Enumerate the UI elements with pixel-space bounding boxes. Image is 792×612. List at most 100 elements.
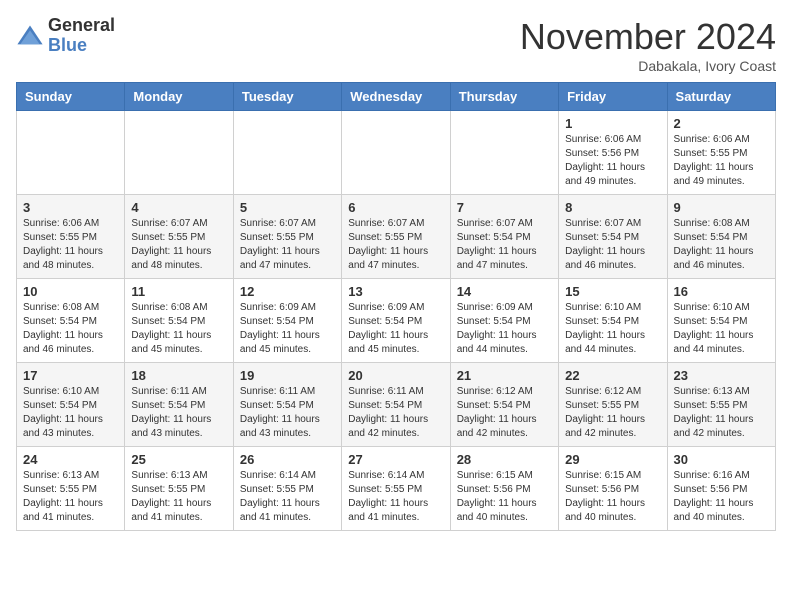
calendar-cell: 27Sunrise: 6:14 AM Sunset: 5:55 PM Dayli…	[342, 447, 450, 531]
logo-text: General Blue	[48, 16, 115, 56]
day-number: 14	[457, 284, 552, 299]
calendar-cell: 26 Sunrise: 6:14 AM Sunset: 5:55 PM Dayli…	[233, 447, 341, 531]
day-number: 28	[457, 452, 552, 467]
day-info: Sunrise: 6:09 AM Sunset: 5:54 PM Dayligh…	[240, 301, 335, 357]
calendar-cell: 21 Sunrise: 6:12 AM Sunset: 5:54 PM Dayli…	[450, 363, 558, 447]
calendar-cell: 1 Sunrise: 6:06 AM Sunset: 5:56 PM Daylig…	[559, 111, 667, 195]
day-info: Sunrise: 6:12 AM Sunset: 5:55 PM Dayligh…	[565, 385, 660, 441]
calendar-table: SundayMondayTuesdayWednesdayThursdayFrid…	[16, 82, 776, 531]
calendar-cell	[450, 111, 558, 195]
calendar-cell: 13 Sunrise: 6:09 AM Sunset: 5:54 PM Dayli…	[342, 279, 450, 363]
day-info: Sunrise: 6:11 AM Sunset: 5:54 PM Dayligh…	[240, 385, 335, 441]
location: Dabakala, Ivory Coast	[520, 58, 776, 74]
header-cell-tuesday: Tuesday	[233, 83, 341, 111]
calendar-cell	[125, 111, 233, 195]
calendar-cell: 5 Sunrise: 6:07 AM Sunset: 5:55 PM Daylig…	[233, 195, 341, 279]
day-info: Sunrise: 6:09 AM Sunset: 5:54 PM Dayligh…	[457, 301, 552, 357]
calendar-cell: 7 Sunrise: 6:07 AM Sunset: 5:54 PM Daylig…	[450, 195, 558, 279]
day-info: Sunrise: 6:07 AM Sunset: 5:55 PM Dayligh…	[348, 217, 443, 273]
day-number: 18	[131, 368, 226, 383]
calendar-cell: 12 Sunrise: 6:09 AM Sunset: 5:54 PM Dayli…	[233, 279, 341, 363]
day-number: 23	[674, 368, 769, 383]
day-number: 12	[240, 284, 335, 299]
day-number: 24	[23, 452, 118, 467]
calendar-cell: 17Sunrise: 6:10 AM Sunset: 5:54 PM Dayli…	[17, 363, 125, 447]
day-info: Sunrise: 6:07 AM Sunset: 5:54 PM Dayligh…	[457, 217, 552, 273]
month-title: November 2024	[520, 16, 776, 58]
day-number: 5	[240, 200, 335, 215]
day-info: Sunrise: 6:11 AM Sunset: 5:54 PM Dayligh…	[131, 385, 226, 441]
day-info: Sunrise: 6:08 AM Sunset: 5:54 PM Dayligh…	[23, 301, 118, 357]
day-number: 25	[131, 452, 226, 467]
week-row-0: 1 Sunrise: 6:06 AM Sunset: 5:56 PM Daylig…	[17, 111, 776, 195]
calendar-cell: 23Sunrise: 6:13 AM Sunset: 5:55 PM Dayli…	[667, 363, 775, 447]
day-info: Sunrise: 6:07 AM Sunset: 5:55 PM Dayligh…	[131, 217, 226, 273]
calendar-cell: 30 Sunrise: 6:16 AM Sunset: 5:56 PM Dayli…	[667, 447, 775, 531]
day-number: 21	[457, 368, 552, 383]
calendar-cell: 22Sunrise: 6:12 AM Sunset: 5:55 PM Dayli…	[559, 363, 667, 447]
header-cell-monday: Monday	[125, 83, 233, 111]
day-info: Sunrise: 6:08 AM Sunset: 5:54 PM Dayligh…	[131, 301, 226, 357]
header-row: SundayMondayTuesdayWednesdayThursdayFrid…	[17, 83, 776, 111]
week-row-2: 10 Sunrise: 6:08 AM Sunset: 5:54 PM Dayli…	[17, 279, 776, 363]
day-number: 9	[674, 200, 769, 215]
day-number: 13	[348, 284, 443, 299]
day-info: Sunrise: 6:06 AM Sunset: 5:55 PM Dayligh…	[674, 133, 769, 189]
calendar-cell: 16 Sunrise: 6:10 AM Sunset: 5:54 PM Dayli…	[667, 279, 775, 363]
day-info: Sunrise: 6:06 AM Sunset: 5:56 PM Dayligh…	[565, 133, 660, 189]
day-info: Sunrise: 6:12 AM Sunset: 5:54 PM Dayligh…	[457, 385, 552, 441]
page-header: General Blue November 2024 Dabakala, Ivo…	[16, 16, 776, 74]
calendar-cell: 11Sunrise: 6:08 AM Sunset: 5:54 PM Dayli…	[125, 279, 233, 363]
week-row-4: 24 Sunrise: 6:13 AM Sunset: 5:55 PM Dayli…	[17, 447, 776, 531]
calendar-cell: 8Sunrise: 6:07 AM Sunset: 5:54 PM Daylig…	[559, 195, 667, 279]
day-number: 10	[23, 284, 118, 299]
calendar-cell: 20Sunrise: 6:11 AM Sunset: 5:54 PM Dayli…	[342, 363, 450, 447]
day-info: Sunrise: 6:07 AM Sunset: 5:55 PM Dayligh…	[240, 217, 335, 273]
calendar-cell	[342, 111, 450, 195]
day-info: Sunrise: 6:15 AM Sunset: 5:56 PM Dayligh…	[457, 469, 552, 525]
calendar-cell: 10 Sunrise: 6:08 AM Sunset: 5:54 PM Dayli…	[17, 279, 125, 363]
calendar-cell: 3Sunrise: 6:06 AM Sunset: 5:55 PM Daylig…	[17, 195, 125, 279]
day-info: Sunrise: 6:06 AM Sunset: 5:55 PM Dayligh…	[23, 217, 118, 273]
calendar-cell: 9 Sunrise: 6:08 AM Sunset: 5:54 PM Daylig…	[667, 195, 775, 279]
calendar-cell	[233, 111, 341, 195]
calendar-body: 1 Sunrise: 6:06 AM Sunset: 5:56 PM Daylig…	[17, 111, 776, 531]
calendar-cell	[17, 111, 125, 195]
day-info: Sunrise: 6:09 AM Sunset: 5:54 PM Dayligh…	[348, 301, 443, 357]
logo-general-text: General	[48, 16, 115, 36]
day-info: Sunrise: 6:13 AM Sunset: 5:55 PM Dayligh…	[131, 469, 226, 525]
day-number: 30	[674, 452, 769, 467]
calendar-cell: 19 Sunrise: 6:11 AM Sunset: 5:54 PM Dayli…	[233, 363, 341, 447]
header-cell-wednesday: Wednesday	[342, 83, 450, 111]
week-row-1: 3Sunrise: 6:06 AM Sunset: 5:55 PM Daylig…	[17, 195, 776, 279]
header-cell-friday: Friday	[559, 83, 667, 111]
logo-icon	[16, 22, 44, 50]
calendar-cell: 18 Sunrise: 6:11 AM Sunset: 5:54 PM Dayli…	[125, 363, 233, 447]
header-cell-saturday: Saturday	[667, 83, 775, 111]
day-number: 19	[240, 368, 335, 383]
day-info: Sunrise: 6:15 AM Sunset: 5:56 PM Dayligh…	[565, 469, 660, 525]
day-number: 26	[240, 452, 335, 467]
day-number: 6	[348, 200, 443, 215]
day-number: 15	[565, 284, 660, 299]
day-number: 16	[674, 284, 769, 299]
day-number: 7	[457, 200, 552, 215]
week-row-3: 17Sunrise: 6:10 AM Sunset: 5:54 PM Dayli…	[17, 363, 776, 447]
day-info: Sunrise: 6:10 AM Sunset: 5:54 PM Dayligh…	[674, 301, 769, 357]
calendar-cell: 25 Sunrise: 6:13 AM Sunset: 5:55 PM Dayli…	[125, 447, 233, 531]
header-cell-thursday: Thursday	[450, 83, 558, 111]
day-number: 1	[565, 116, 660, 131]
calendar-cell: 15Sunrise: 6:10 AM Sunset: 5:54 PM Dayli…	[559, 279, 667, 363]
calendar-cell: 6 Sunrise: 6:07 AM Sunset: 5:55 PM Daylig…	[342, 195, 450, 279]
day-info: Sunrise: 6:14 AM Sunset: 5:55 PM Dayligh…	[240, 469, 335, 525]
calendar-cell: 24Sunrise: 6:13 AM Sunset: 5:55 PM Dayli…	[17, 447, 125, 531]
calendar-cell: 28 Sunrise: 6:15 AM Sunset: 5:56 PM Dayli…	[450, 447, 558, 531]
calendar-header: SundayMondayTuesdayWednesdayThursdayFrid…	[17, 83, 776, 111]
day-number: 29	[565, 452, 660, 467]
day-info: Sunrise: 6:16 AM Sunset: 5:56 PM Dayligh…	[674, 469, 769, 525]
day-info: Sunrise: 6:10 AM Sunset: 5:54 PM Dayligh…	[23, 385, 118, 441]
day-info: Sunrise: 6:08 AM Sunset: 5:54 PM Dayligh…	[674, 217, 769, 273]
calendar-cell: 29 Sunrise: 6:15 AM Sunset: 5:56 PM Dayli…	[559, 447, 667, 531]
logo[interactable]: General Blue	[16, 16, 115, 56]
day-info: Sunrise: 6:11 AM Sunset: 5:54 PM Dayligh…	[348, 385, 443, 441]
